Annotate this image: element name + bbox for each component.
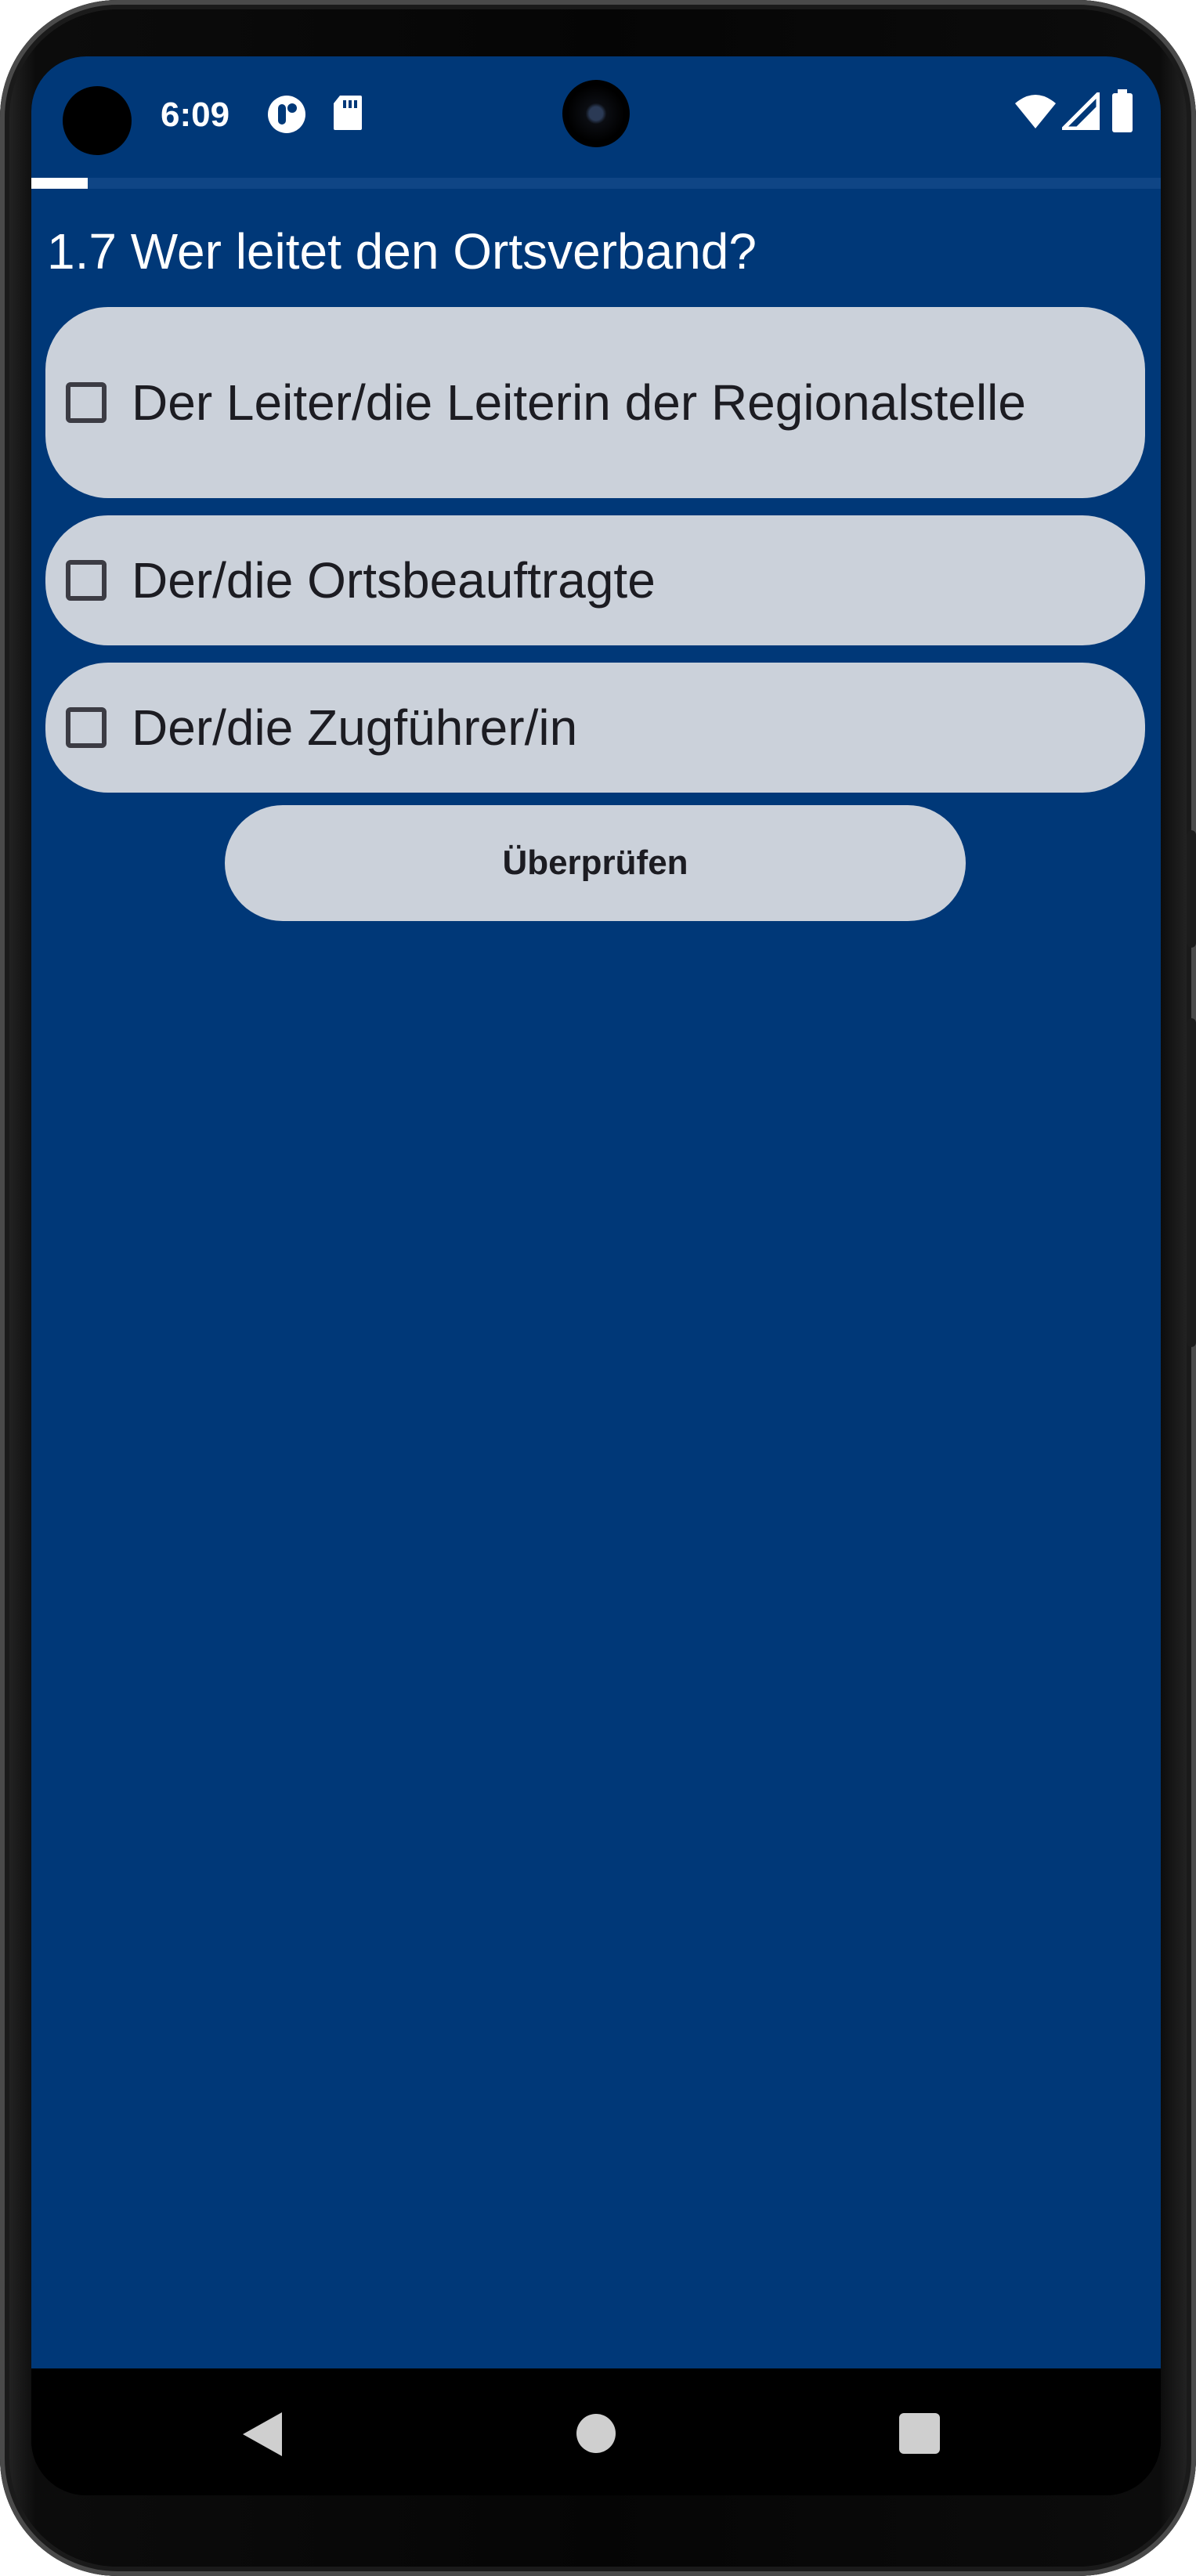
app-notification-icon <box>266 94 307 139</box>
option-1-checkbox[interactable] <box>66 382 107 423</box>
answer-option-2[interactable]: Der/die Ortsbeauftragte <box>45 515 1145 645</box>
answer-option-1[interactable]: Der Leiter/die Leiterin der Regionalstel… <box>45 307 1145 498</box>
navigation-bar <box>31 2368 1161 2495</box>
power-button <box>1187 1018 1196 1347</box>
camera-cutout-icon <box>63 86 132 155</box>
cell-signal-icon <box>1058 89 1100 134</box>
progress-track <box>31 178 1161 189</box>
wifi-icon <box>1014 92 1057 134</box>
quiz-screen: 6:09 1.7 Wer leitet den Ortsverband? Der… <box>31 56 1161 2368</box>
battery-icon <box>1111 89 1134 137</box>
back-icon[interactable] <box>241 2411 284 2462</box>
home-icon[interactable] <box>576 2414 616 2453</box>
sd-card-icon <box>332 94 363 135</box>
progress-fill <box>31 178 89 189</box>
question-text: 1.7 Wer leitet den Ortsverband? <box>47 223 757 280</box>
option-2-checkbox[interactable] <box>66 560 107 601</box>
option-3-label: Der/die Zugführer/in <box>132 699 578 756</box>
option-3-checkbox[interactable] <box>66 707 107 748</box>
screen: 6:09 1.7 Wer leitet den Ortsverband? Der… <box>31 56 1161 2495</box>
status-bar: 6:09 <box>31 56 1161 178</box>
check-answer-button[interactable]: Überprüfen <box>225 805 966 921</box>
option-2-label: Der/die Ortsbeauftragte <box>132 552 656 609</box>
answer-option-3[interactable]: Der/die Zugführer/in <box>45 663 1145 793</box>
volume-button <box>1187 830 1196 948</box>
phone-frame: 6:09 1.7 Wer leitet den Ortsverband? Der… <box>0 0 1196 2576</box>
status-time: 6:09 <box>161 96 230 134</box>
front-camera <box>562 80 630 147</box>
option-1-label: Der Leiter/die Leiterin der Regionalstel… <box>132 374 1026 431</box>
recents-icon[interactable] <box>899 2413 940 2454</box>
